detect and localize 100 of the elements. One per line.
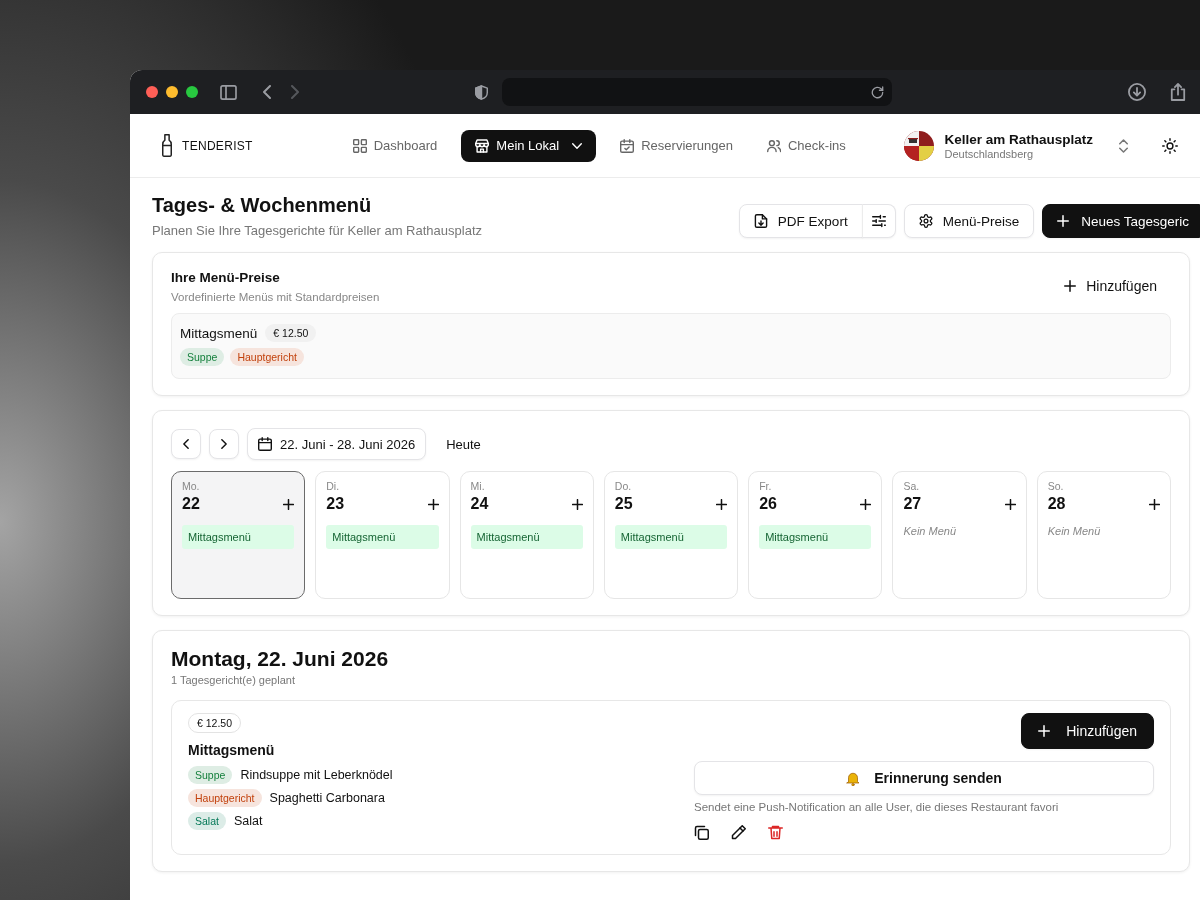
menu-entry[interactable]: Mittagsmenü [614,525,728,549]
chevron-left-icon [183,439,189,449]
day-card[interactable]: Mo. 22 Mittagsmenü [171,471,306,599]
day-weekday: Do. [614,480,633,492]
share-icon[interactable] [1170,83,1186,101]
add-menu-button[interactable]: Hinzufügen [1050,269,1171,303]
day-title: Montag, 22. Juni 2026 [171,647,390,671]
day-card[interactable]: Sa. 27 Kein Menü [892,471,1027,599]
day-card[interactable]: Mi. 24 Mittagsmenü [459,471,594,599]
day-weekday: So. [1047,480,1065,492]
course-dish: Salat [233,814,263,828]
nav-tab[interactable]: Check-ins [757,129,856,162]
menu-entry[interactable]: Mittagsmenü [326,525,439,549]
address-field[interactable] [502,78,892,106]
day-number: 24 [470,495,489,513]
sun-icon[interactable] [1162,137,1178,154]
plus-icon [1064,280,1077,292]
section-title: Ihre Menü-Preise [171,269,281,285]
maximize-button[interactable] [186,86,198,98]
back-icon[interactable] [263,85,271,99]
course-dish: Spaghetti Carbonara [269,791,385,805]
page-title: Tages- & Wochenmenü [152,194,373,217]
today-button[interactable]: Heute [438,427,489,461]
day-weekday: Sa. [903,480,921,492]
section-subtitle: Vordefinierte Menüs mit Standardpreisen [171,290,380,303]
date-range-button[interactable]: 22. Juni - 28. Juni 2026 [247,428,427,460]
menu-entry[interactable]: Mittagsmenü [759,525,872,549]
plus-icon[interactable] [427,498,439,510]
grid-icon [352,138,367,153]
restaurant-name[interactable]: Keller am Rathausplatz [944,131,1093,147]
day-subtitle: 1 Tagesgericht(e) geplant [171,674,296,686]
chevron-up-down-icon[interactable] [1119,138,1128,153]
menu-prices-button[interactable]: Menü-Preise [903,204,1035,238]
plus-icon[interactable] [860,498,872,510]
sidebar-icon[interactable] [220,84,237,100]
course-tag: Suppe [180,348,225,366]
menu-entry[interactable]: Mittagsmenü [182,525,295,549]
page-subtitle: Planen Sie Ihre Tagesgerichte für Keller am Rathausplatz [152,223,482,238]
export-options-button[interactable] [861,204,896,238]
day-card[interactable]: Fr. 26 Mittagsmenü [748,471,883,599]
course-tag: Suppe [188,766,233,784]
day-number: 23 [326,495,345,513]
reload-icon[interactable] [871,85,884,99]
download-icon[interactable] [1128,83,1146,101]
menu-entry[interactable]: Mittagsmenü [470,525,583,549]
day-number: 26 [759,495,777,513]
next-week-button[interactable] [209,429,239,459]
plus-icon[interactable] [571,498,583,510]
empty-label: Kein Menü [1047,525,1102,537]
trash-icon[interactable] [768,825,783,840]
file-icon [753,214,768,228]
day-weekday: Di. [326,480,341,492]
price-badge: € 12.50 [265,324,317,342]
chevron-right-icon [221,439,227,449]
new-daily-dish-button[interactable]: Neues Tagesgeric [1042,204,1200,238]
day-weekday: Fr. [759,480,773,492]
minimize-button[interactable] [166,86,178,98]
pdf-export-button[interactable]: PDF Export [738,204,863,238]
day-weekday: Mo. [182,480,201,492]
nav-tab[interactable]: Dashboard [342,129,448,162]
calendar-icon [258,437,272,451]
previous-week-button[interactable] [171,429,201,459]
day-weekday: Mi. [470,480,486,492]
day-number: 25 [614,495,633,513]
plus-icon [1038,725,1051,737]
course-tag: Salat [188,812,226,830]
nav-tab[interactable]: Reservierungen [610,129,743,162]
sliders-icon [871,214,886,228]
users-icon [767,138,781,153]
bottle-icon [162,134,172,157]
add-dish-button[interactable]: Hinzufügen [1021,713,1154,749]
calendar-check-icon [620,138,635,153]
copy-icon[interactable] [694,825,709,840]
reminder-button[interactable]: Erinnerung senden [694,761,1154,795]
dish-title: Mittagsmenü [188,742,275,758]
settings-icon [918,214,933,228]
plus-icon[interactable] [716,498,728,510]
reminder-hint: Sendet eine Push-Notification an alle User, die dieses Restaurant favori [694,801,1060,813]
chevron-down-icon [572,142,583,149]
shield-icon[interactable] [475,84,488,100]
day-card[interactable]: Do. 25 Mittagsmenü [603,471,739,599]
day-number: 22 [182,495,200,513]
course-tag: Hauptgericht [230,348,304,366]
restaurant-location: Deutschlandsberg [944,147,1035,160]
restaurant-logo-icon[interactable] [904,130,935,161]
day-number: 28 [1047,495,1066,513]
pencil-icon[interactable] [731,825,746,840]
course-dish: Rindsuppe mit Leberknödel [240,768,393,782]
menu-item-card[interactable]: Mittagsmenü € 12.50 Suppe Hauptgericht [171,313,1171,379]
close-button[interactable] [146,86,158,98]
menu-name: Mittagsmenü [180,325,258,341]
plus-icon[interactable] [1149,498,1160,510]
brand-name: TENDERIST [182,138,253,153]
plus-icon[interactable] [1004,498,1016,510]
day-card[interactable]: So. 28 Kein Menü [1036,471,1171,599]
plus-icon [1057,215,1070,227]
nav-tab[interactable]: Mein Lokal [461,129,597,162]
plus-icon[interactable] [283,498,295,510]
empty-label: Kein Menü [903,525,957,537]
day-card[interactable]: Di. 23 Mittagsmenü [315,471,450,599]
